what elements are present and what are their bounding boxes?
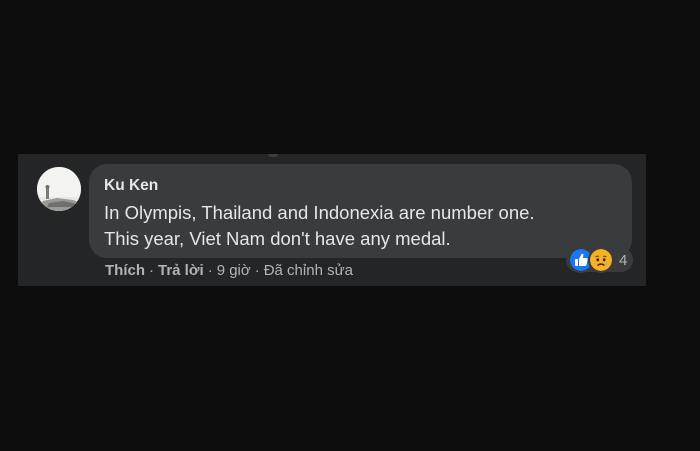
sad-icon: [588, 247, 614, 273]
comment-container: Ku Ken In Olympis, Thailand and Indonexi…: [18, 154, 646, 286]
separator: ·: [207, 262, 213, 279]
edited-label[interactable]: Đã chỉnh sửa: [264, 262, 353, 279]
comment-author-name[interactable]: Ku Ken: [104, 177, 158, 195]
comment-bubble: Ku Ken In Olympis, Thailand and Indonexi…: [89, 164, 632, 258]
like-button[interactable]: Thích: [105, 262, 145, 279]
screenshot-stage: Ku Ken In Olympis, Thailand and Indonexi…: [0, 0, 700, 451]
reaction-summary[interactable]: 4: [566, 247, 634, 273]
avatar[interactable]: [37, 167, 81, 211]
comment-text-line: In Olympis, Thailand and Indonexia are n…: [104, 202, 535, 223]
reply-button[interactable]: Trả lời: [158, 262, 204, 279]
comment-actions: Thích · Trả lời · 9 giờ · Đã chỉnh sửa: [105, 262, 353, 279]
comment-text: In Olympis, Thailand and Indonexia are n…: [104, 200, 624, 252]
separator: ·: [254, 262, 260, 279]
reaction-count: 4: [619, 251, 628, 269]
comment-text-line: This year, Viet Nam don't have any medal…: [104, 228, 451, 249]
avatar-image: [37, 167, 81, 211]
separator: ·: [149, 262, 154, 279]
comment-timestamp[interactable]: 9 giờ: [217, 262, 251, 279]
cropped-content-fragment: [268, 154, 278, 157]
